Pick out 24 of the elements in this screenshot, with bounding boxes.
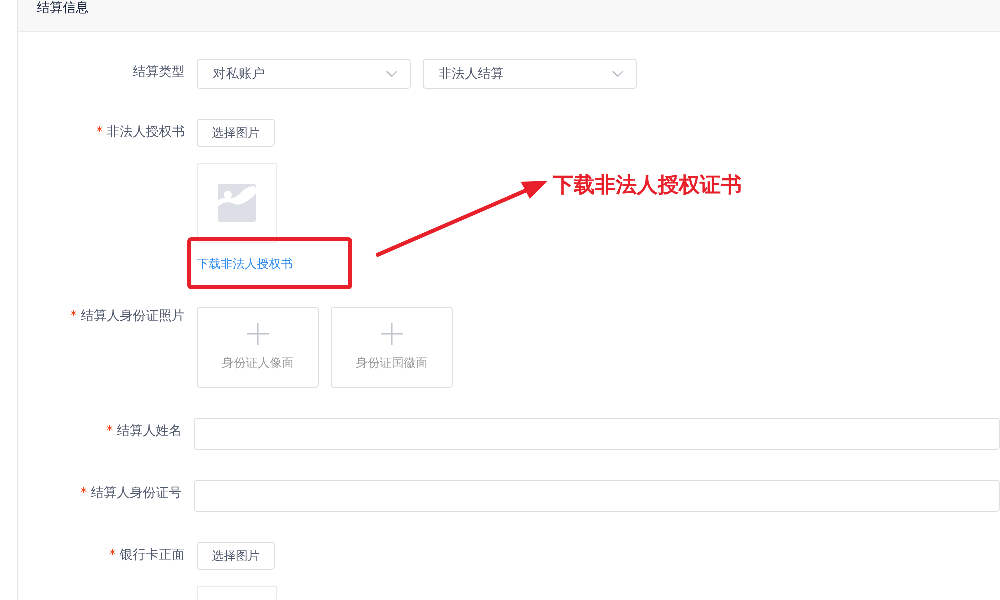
annotation-text: 下载非法人授权证书 bbox=[553, 172, 742, 199]
required-asterisk: * bbox=[70, 309, 77, 324]
field-label: 银行卡正面 bbox=[120, 548, 185, 563]
select-dropdown[interactable]: 非法人结算 bbox=[423, 59, 637, 89]
chevron-down-icon bbox=[386, 70, 398, 78]
required-asterisk: * bbox=[110, 548, 116, 563]
choose-image-button[interactable]: 选择图片 bbox=[197, 542, 275, 570]
field-label: 结算人身份证号 bbox=[91, 486, 182, 501]
chevron-down-icon bbox=[612, 70, 624, 78]
field-label: 结算人姓名 bbox=[117, 424, 182, 439]
text-input-field[interactable] bbox=[194, 480, 1000, 512]
required-asterisk: * bbox=[96, 125, 103, 140]
field-label: 结算人身份证照片 bbox=[81, 309, 185, 324]
field-label: 非法人授权书 bbox=[107, 125, 185, 140]
panel-title: 结算信息 bbox=[37, 0, 89, 18]
field-label: 结算类型 bbox=[133, 65, 185, 80]
plus-icon bbox=[247, 323, 269, 345]
required-asterisk: * bbox=[106, 424, 114, 439]
required-asterisk: * bbox=[80, 486, 88, 501]
plus-icon bbox=[381, 323, 403, 345]
select-dropdown[interactable]: 对私账户 bbox=[197, 59, 411, 89]
image-placeholder-icon bbox=[218, 184, 256, 222]
text-input-field[interactable] bbox=[194, 418, 1000, 450]
choose-image-button[interactable]: 选择图片 bbox=[197, 119, 275, 147]
